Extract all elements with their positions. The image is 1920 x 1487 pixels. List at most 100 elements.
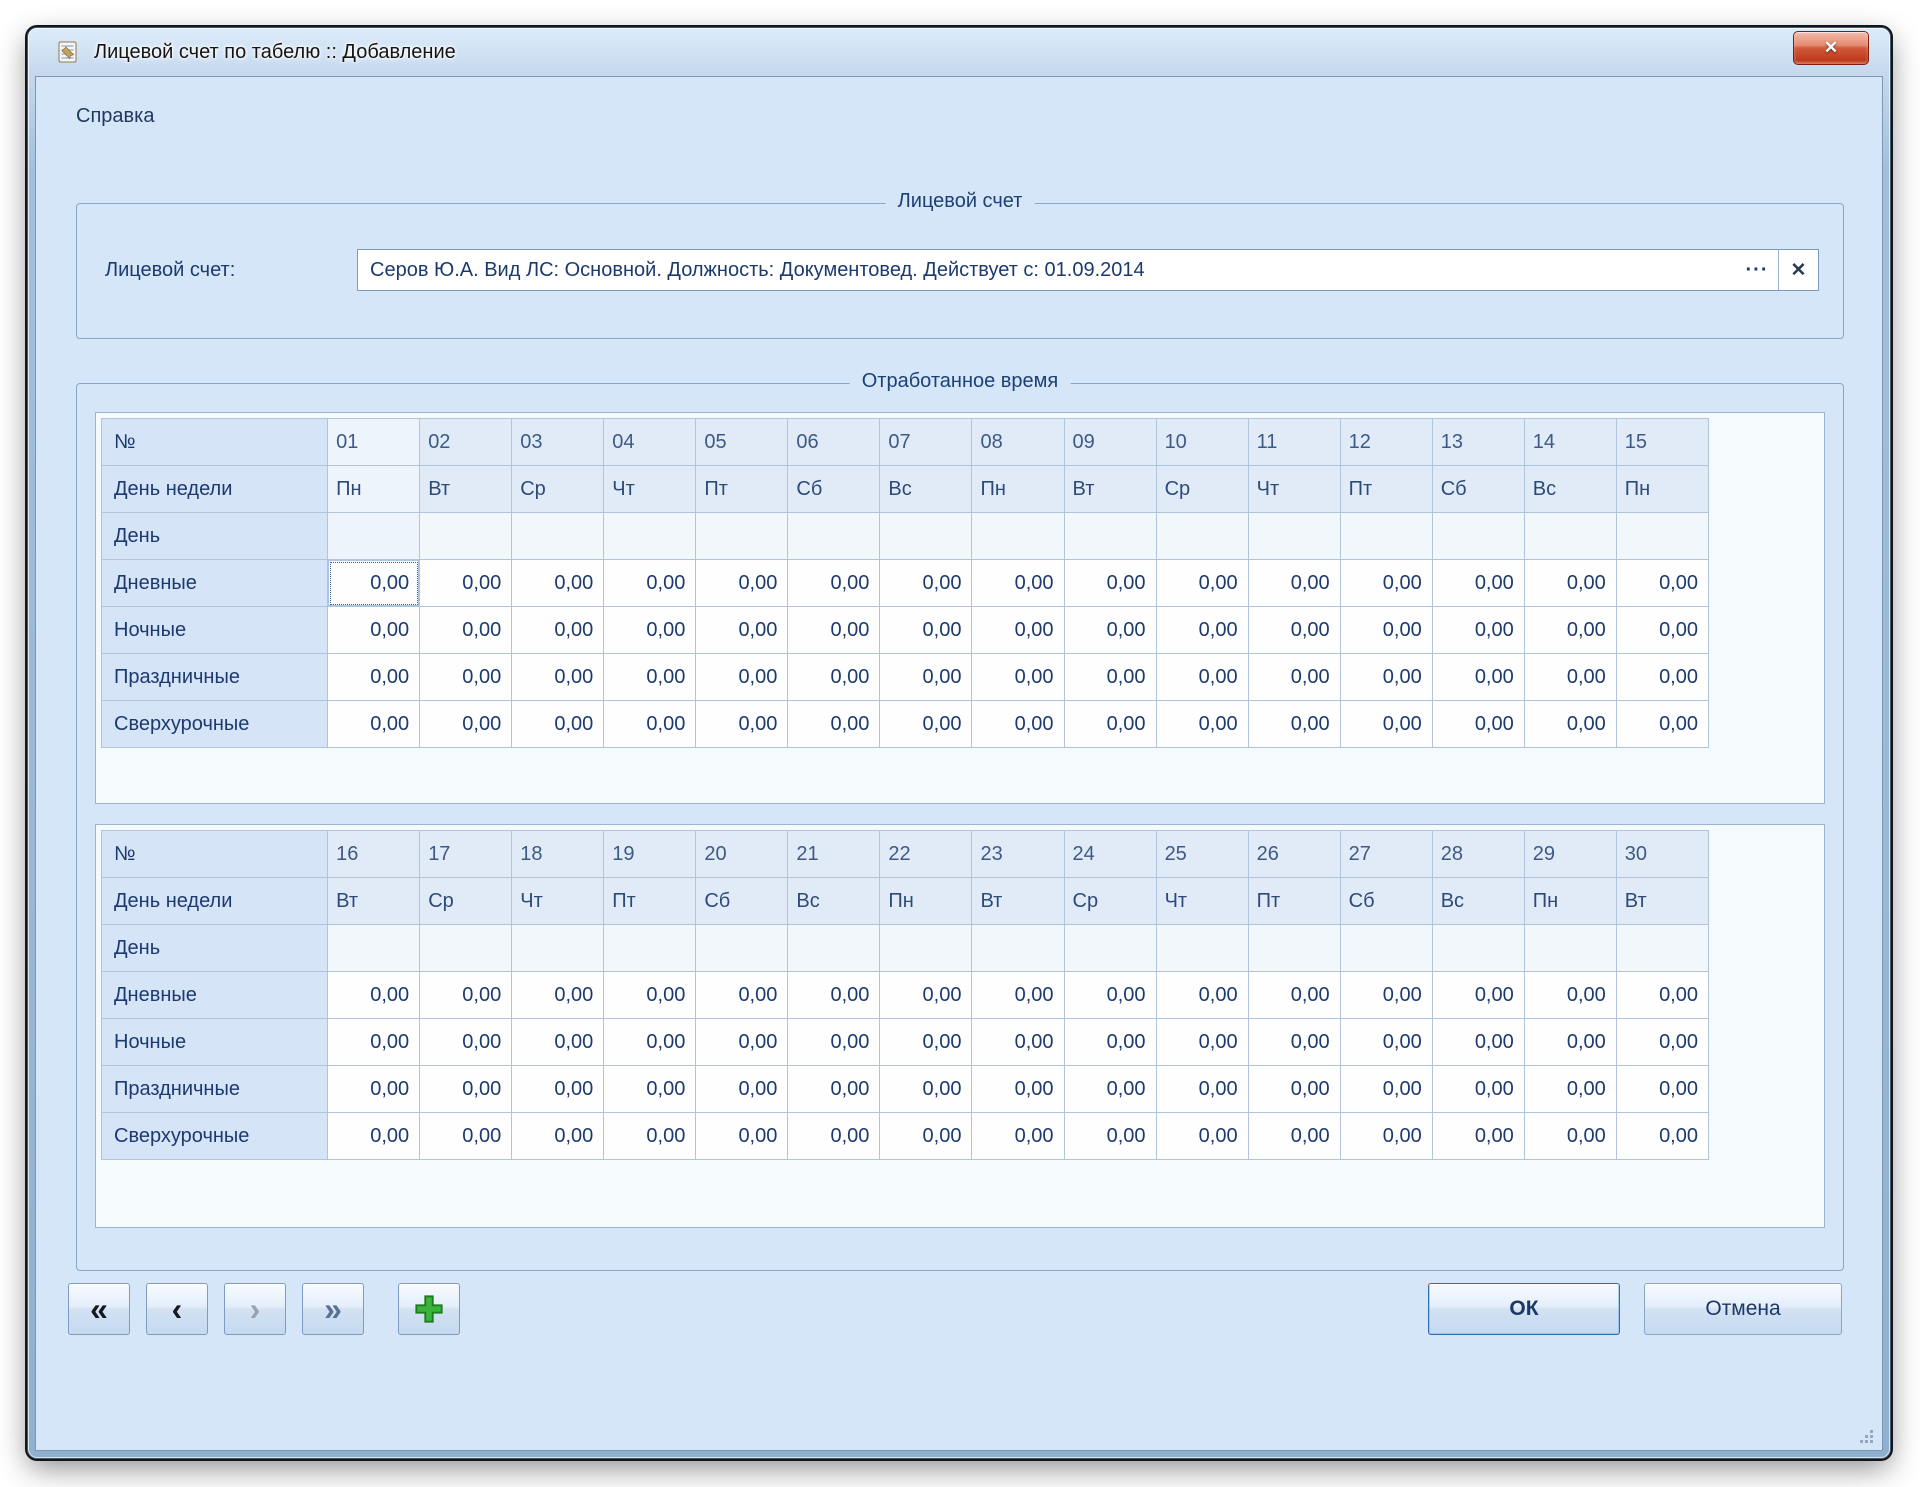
hours-value-cell[interactable]: 0,00 [788,701,880,748]
hours-value-cell[interactable]: 0,00 [972,607,1064,654]
hours-value-cell[interactable]: 0,00 [1156,701,1248,748]
day-type-cell[interactable] [1156,925,1248,972]
hours-value-cell[interactable]: 0,00 [1524,1019,1616,1066]
last-record-button[interactable]: » [302,1283,364,1335]
hours-value-cell[interactable]: 0,00 [420,1019,512,1066]
hours-value-cell[interactable]: 0,00 [512,1113,604,1160]
hours-value-cell[interactable]: 0,00 [972,1066,1064,1113]
hours-value-cell[interactable]: 0,00 [788,1019,880,1066]
hours-value-cell[interactable]: 0,00 [420,1113,512,1160]
hours-value-cell[interactable]: 0,00 [1248,1066,1340,1113]
hours-value-cell[interactable]: 0,00 [1432,1019,1524,1066]
day-type-cell[interactable] [1340,925,1432,972]
hours-value-cell[interactable]: 0,00 [880,1113,972,1160]
hours-value-cell[interactable]: 0,00 [1156,972,1248,1019]
hours-value-cell[interactable]: 0,00 [328,1113,420,1160]
hours-value-cell[interactable]: 0,00 [880,607,972,654]
day-type-cell[interactable] [1248,513,1340,560]
day-type-cell[interactable] [1616,513,1708,560]
hours-value-cell[interactable]: 0,00 [880,1066,972,1113]
hours-value-cell[interactable]: 0,00 [512,972,604,1019]
day-type-cell[interactable] [604,925,696,972]
hours-value-cell[interactable]: 0,00 [880,654,972,701]
ok-button[interactable]: ОК [1428,1283,1620,1335]
hours-value-cell[interactable]: 0,00 [1340,654,1432,701]
clear-account-button[interactable]: ✕ [1778,250,1818,290]
titlebar[interactable]: Лицевой счет по табелю :: Добавление ✕ [35,28,1883,76]
hours-value-cell[interactable]: 0,00 [1524,1066,1616,1113]
hours-value-cell[interactable]: 0,00 [328,1066,420,1113]
hours-value-cell[interactable]: 0,00 [972,560,1064,607]
hours-value-cell[interactable]: 0,00 [1064,701,1156,748]
hours-value-cell[interactable]: 0,00 [696,607,788,654]
hours-value-cell[interactable]: 0,00 [328,972,420,1019]
hours-value-cell[interactable]: 0,00 [972,972,1064,1019]
hours-value-cell[interactable]: 0,00 [512,1066,604,1113]
hours-value-cell[interactable]: 0,00 [696,1019,788,1066]
browse-button[interactable]: ··· [1736,250,1778,290]
hours-value-cell[interactable]: 0,00 [1432,701,1524,748]
hours-value-cell[interactable]: 0,00 [328,701,420,748]
day-type-cell[interactable] [1064,513,1156,560]
hours-value-cell[interactable]: 0,00 [1524,1113,1616,1160]
hours-value-cell[interactable]: 0,00 [1616,1113,1708,1160]
hours-value-cell[interactable]: 0,00 [1524,654,1616,701]
hours-value-cell[interactable]: 0,00 [696,972,788,1019]
hours-value-cell[interactable]: 0,00 [1340,1019,1432,1066]
hours-value-cell[interactable]: 0,00 [880,560,972,607]
hours-value-cell[interactable]: 0,00 [1156,607,1248,654]
day-type-cell[interactable] [1340,513,1432,560]
day-type-cell[interactable] [512,513,604,560]
hours-value-cell[interactable]: 0,00 [604,701,696,748]
hours-value-cell[interactable]: 0,00 [1616,560,1708,607]
day-type-cell[interactable] [604,513,696,560]
hours-value-cell[interactable]: 0,00 [880,701,972,748]
hours-value-cell[interactable]: 0,00 [1156,654,1248,701]
hours-value-cell[interactable]: 0,00 [328,607,420,654]
hours-value-cell[interactable]: 0,00 [1064,1113,1156,1160]
add-record-button[interactable] [398,1283,460,1335]
day-type-cell[interactable] [696,925,788,972]
close-button[interactable]: ✕ [1793,31,1869,65]
hours-value-cell[interactable]: 0,00 [1248,972,1340,1019]
day-type-cell[interactable] [880,513,972,560]
account-field[interactable]: Серов Ю.А. Вид ЛС: Основной. Должность: … [357,249,1819,291]
hours-value-cell[interactable]: 0,00 [1524,560,1616,607]
hours-value-cell[interactable]: 0,00 [328,560,420,607]
hours-value-cell[interactable]: 0,00 [1248,1019,1340,1066]
hours-value-cell[interactable]: 0,00 [604,972,696,1019]
day-type-cell[interactable] [420,513,512,560]
day-type-cell[interactable] [880,925,972,972]
hours-value-cell[interactable]: 0,00 [420,1066,512,1113]
hours-value-cell[interactable]: 0,00 [1524,607,1616,654]
hours-value-cell[interactable]: 0,00 [1616,654,1708,701]
hours-value-cell[interactable]: 0,00 [788,654,880,701]
next-record-button[interactable]: › [224,1283,286,1335]
day-type-cell[interactable] [328,513,420,560]
hours-value-cell[interactable]: 0,00 [696,654,788,701]
hours-value-cell[interactable]: 0,00 [512,1019,604,1066]
day-type-cell[interactable] [1616,925,1708,972]
hours-value-cell[interactable]: 0,00 [696,1066,788,1113]
day-type-cell[interactable] [972,925,1064,972]
day-type-cell[interactable] [512,925,604,972]
hours-value-cell[interactable]: 0,00 [604,560,696,607]
hours-value-cell[interactable]: 0,00 [604,654,696,701]
hours-value-cell[interactable]: 0,00 [696,1113,788,1160]
hours-value-cell[interactable]: 0,00 [1524,701,1616,748]
hours-value-cell[interactable]: 0,00 [1064,560,1156,607]
day-type-cell[interactable] [1248,925,1340,972]
hours-value-cell[interactable]: 0,00 [1340,1066,1432,1113]
hours-value-cell[interactable]: 0,00 [1616,1019,1708,1066]
hours-value-cell[interactable]: 0,00 [1156,1066,1248,1113]
hours-value-cell[interactable]: 0,00 [788,972,880,1019]
hours-value-cell[interactable]: 0,00 [788,560,880,607]
day-type-cell[interactable] [788,925,880,972]
hours-value-cell[interactable]: 0,00 [1432,607,1524,654]
hours-value-cell[interactable]: 0,00 [1248,560,1340,607]
hours-value-cell[interactable]: 0,00 [1616,701,1708,748]
hours-value-cell[interactable]: 0,00 [788,1066,880,1113]
hours-value-cell[interactable]: 0,00 [328,1019,420,1066]
hours-value-cell[interactable]: 0,00 [1432,1113,1524,1160]
hours-value-cell[interactable]: 0,00 [1524,972,1616,1019]
